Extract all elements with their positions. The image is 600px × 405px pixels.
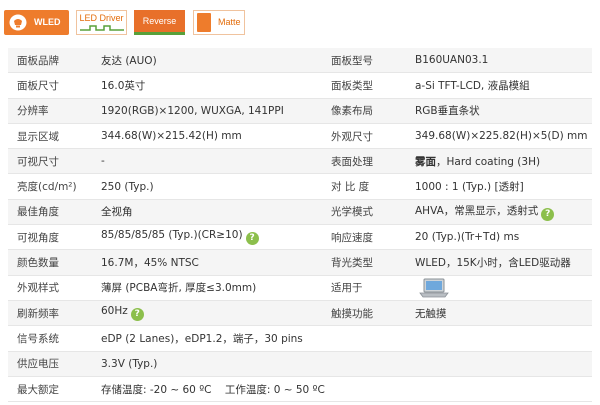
spec-label: 光学模式 — [322, 199, 406, 226]
badge-led-driver-label: LED Driver — [79, 13, 124, 23]
spec-value: B160UAN03.1 — [406, 48, 592, 74]
spec-label: 面板尺寸 — [8, 72, 92, 99]
wled-bulb-icon — [9, 14, 27, 31]
spec-value: 无触摸 — [406, 300, 592, 327]
spec-value: WLED，15K小时，含LED驱动器 — [406, 249, 592, 276]
table-row: 刷新频率 60Hz? 触摸功能 无触摸 — [8, 300, 592, 327]
table-row: 可视尺寸 - 表面处理 雾面，Hard coating (3H) — [8, 148, 592, 175]
spec-label: 可视角度 — [8, 224, 92, 251]
spec-label: 刷新频率 — [8, 300, 92, 327]
spec-value-link[interactable]: 友达 (AUO) — [92, 48, 322, 74]
badge-wled-label: WLED — [34, 17, 61, 27]
spec-value: AHVA，常黑显示，透射式? — [406, 199, 592, 226]
spec-label: 表面处理 — [322, 148, 406, 175]
help-icon[interactable]: ? — [130, 308, 144, 322]
spec-value: RGB垂直条状 — [406, 98, 592, 124]
table-row: 外观样式 薄屏 (PCBA弯折, 厚度≤3.0mm) 适用于 — [8, 275, 592, 301]
badge-reverse-label: Reverse — [142, 16, 177, 26]
feature-badges: WLED LED Driver Reverse Matte — [0, 0, 600, 44]
table-row: 信号系统 eDP (2 Lanes)，eDP1.2，端子，30 pins — [8, 325, 592, 352]
spec-value: 20 (Typ.)(Tr+Td) ms — [406, 224, 592, 251]
spec-label: 对 比 度 — [322, 173, 406, 200]
spec-value: 雾面，Hard coating (3H) — [406, 148, 592, 175]
help-icon[interactable]: ? — [245, 232, 259, 246]
spec-label: 最大额定 — [8, 376, 92, 403]
table-row: 显示区域 344.68(W)×215.42(H) mm 外观尺寸 349.68(… — [8, 123, 592, 150]
spec-label: 亮度(cd/m²) — [8, 173, 92, 200]
spec-label: 背光类型 — [322, 249, 406, 276]
surface-matte-text: 雾面 — [415, 155, 436, 168]
viewing-angle-text: 85/85/85/85 (Typ.)(CR≥10) — [101, 229, 243, 242]
spec-value: 250 (Typ.) — [92, 173, 322, 200]
spec-value: 16.7M，45% NTSC — [92, 249, 322, 276]
spec-label: 触摸功能 — [322, 300, 406, 327]
table-row: 面板品牌 友达 (AUO) 面板型号 B160UAN03.1 — [8, 48, 592, 74]
spec-label: 颜色数量 — [8, 249, 92, 276]
spec-label: 面板类型 — [322, 72, 406, 99]
badge-led-driver: LED Driver — [76, 10, 127, 35]
spec-label: 供应电压 — [8, 351, 92, 377]
spec-value: 1920(RGB)×1200, WUXGA, 141PPI — [92, 98, 322, 124]
spec-value: a-Si TFT-LCD, 液晶模組 — [406, 72, 592, 99]
spec-value: 存储温度: -20 ~ 60 ºC 工作温度: 0 ~ 50 ºC — [92, 376, 592, 403]
spec-label: 显示区域 — [8, 123, 92, 150]
badge-matte: Matte — [193, 10, 245, 35]
spec-label: 最佳角度 — [8, 199, 92, 226]
matte-square-icon — [197, 13, 211, 32]
refresh-rate-text: 60Hz — [101, 305, 128, 318]
spec-value: 3.3V (Typ.) — [92, 351, 592, 377]
spec-label: 面板型号 — [322, 48, 406, 74]
laptop-icon[interactable] — [419, 278, 449, 298]
spec-value-link[interactable]: 16.0英寸 — [92, 72, 322, 99]
spec-label: 可视尺寸 — [8, 148, 92, 175]
table-row: 颜色数量 16.7M，45% NTSC 背光类型 WLED，15K小时，含LED… — [8, 249, 592, 276]
spec-value: 349.68(W)×225.82(H)×5(D) mm — [406, 123, 592, 150]
spec-label: 响应速度 — [322, 224, 406, 251]
table-row: 分辨率 1920(RGB)×1200, WUXGA, 141PPI 像素布局 R… — [8, 98, 592, 124]
spec-label: 外观尺寸 — [322, 123, 406, 150]
spec-label: 外观样式 — [8, 275, 92, 301]
table-row: 面板尺寸 16.0英寸 面板类型 a-Si TFT-LCD, 液晶模組 — [8, 72, 592, 99]
spec-table: 面板品牌 友达 (AUO) 面板型号 B160UAN03.1 面板尺寸 16.0… — [8, 48, 592, 403]
table-row: 可视角度 85/85/85/85 (Typ.)(CR≥10)? 响应速度 20 … — [8, 224, 592, 251]
spec-value: 薄屏 (PCBA弯折, 厚度≤3.0mm) — [92, 275, 322, 301]
table-row: 最大额定 存储温度: -20 ~ 60 ºC 工作温度: 0 ~ 50 ºC — [8, 376, 592, 403]
spec-label: 信号系统 — [8, 325, 92, 352]
spec-label: 面板品牌 — [8, 48, 92, 74]
spec-value — [406, 275, 592, 301]
led-driver-wave-icon — [80, 25, 124, 31]
help-icon[interactable]: ? — [541, 207, 555, 221]
spec-label: 像素布局 — [322, 98, 406, 124]
spec-value: 全视角 — [92, 199, 322, 226]
spec-value: 344.68(W)×215.42(H) mm — [92, 123, 322, 150]
surface-coating-text: ，Hard coating (3H) — [436, 155, 541, 168]
badge-reverse: Reverse — [134, 10, 185, 35]
table-row: 最佳角度 全视角 光学模式 AHVA，常黑显示，透射式? — [8, 199, 592, 226]
spec-value: 85/85/85/85 (Typ.)(CR≥10)? — [92, 224, 322, 251]
spec-label: 适用于 — [322, 275, 406, 301]
table-row: 亮度(cd/m²) 250 (Typ.) 对 比 度 1000 : 1 (Typ… — [8, 173, 592, 200]
spec-value: eDP (2 Lanes)，eDP1.2，端子，30 pins — [92, 325, 592, 352]
optical-mode-text: AHVA，常黑显示，透射式 — [415, 204, 539, 217]
badge-wled: WLED — [4, 10, 69, 35]
spec-value: - — [92, 148, 322, 175]
table-row: 供应电压 3.3V (Typ.) — [8, 351, 592, 377]
spec-label: 分辨率 — [8, 98, 92, 124]
spec-value: 1000 : 1 (Typ.) [透射] — [406, 173, 592, 200]
badge-matte-label: Matte — [218, 17, 241, 27]
spec-value: 60Hz? — [92, 300, 322, 327]
